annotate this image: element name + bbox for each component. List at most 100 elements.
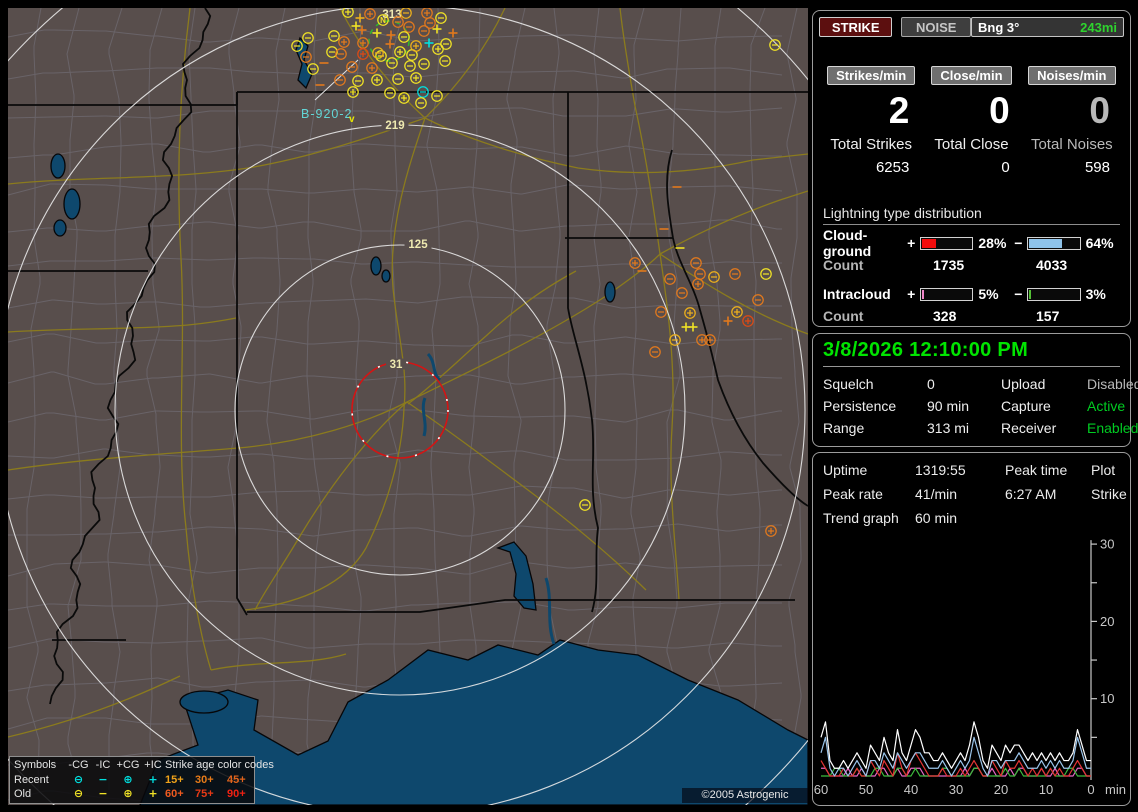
plot-mode-value[interactable]: Strike: [1091, 486, 1127, 502]
trend-window-value[interactable]: 60 min: [915, 510, 1127, 526]
strike-symbol: [708, 271, 720, 283]
total-close-value: 0: [1001, 159, 1010, 176]
noise-toggle-button[interactable]: NOISE: [901, 17, 971, 37]
strike-symbol: [649, 346, 661, 358]
lake-pontchartrain: [179, 690, 229, 714]
close-column: Close/min 0 Total Close 0: [921, 66, 1021, 176]
squelch-label: Squelch: [823, 376, 874, 392]
cg-pos-old-icon: ⊕: [123, 787, 133, 800]
upload-label: Upload: [1001, 376, 1046, 392]
x-tick-label: 60: [814, 782, 828, 797]
strikes-per-min-value: 2: [888, 90, 910, 131]
state-borders: [8, 8, 808, 705]
strike-symbol: [352, 75, 364, 87]
age-30-label: 30+: [195, 773, 214, 786]
strike-symbol: [415, 97, 427, 109]
receiver-label: Receiver: [1001, 420, 1057, 436]
strike-symbol: [684, 307, 696, 319]
nexstorm-window: 313 219 125 31 B-920-2 v N Symbols -CG -IC +CG…: [0, 0, 1138, 812]
x-tick-label: 30: [949, 782, 963, 797]
trend-graph: 10 20 30 60 50 40 30 20 10 0 min: [814, 537, 1126, 797]
minus-sign: −: [1014, 286, 1023, 302]
lake: [604, 281, 616, 303]
cg-neg-pct: 64%: [1085, 235, 1114, 251]
noises-per-min-chip[interactable]: Noises/min: [1028, 66, 1116, 85]
total-strikes-value: 6253: [875, 159, 910, 176]
legend-age-title: Strike age color codes: [165, 759, 274, 771]
status-panel: 3/8/2026 12:10:00 PM Squelch 0 Upload Di…: [812, 333, 1138, 447]
strike-symbol: [694, 268, 706, 280]
strike-symbol: [404, 60, 416, 72]
bearing-range-display[interactable]: Bng 3° 243mi: [971, 17, 1124, 37]
x-tick-label: 0: [1087, 782, 1094, 797]
strike-symbol: [421, 8, 433, 19]
strike-toggle-button[interactable]: STRIKE: [819, 17, 893, 37]
cg-pos-pct: 28%: [978, 235, 1007, 251]
strike-symbol: [372, 28, 382, 38]
legend-col-cg-pos: +CG: [116, 759, 140, 771]
total-noises-label: Total Noises: [1030, 136, 1113, 153]
count-label: Count: [823, 308, 864, 324]
strike-symbol: [765, 525, 777, 537]
strike-symbol: [688, 322, 698, 332]
strike-symbols: N: [291, 8, 781, 537]
strike-symbol: [375, 50, 387, 62]
range-value: 243mi: [1080, 19, 1117, 35]
svg-text:N: N: [380, 16, 386, 25]
ic-pos-old-icon: +: [148, 787, 158, 800]
strike-symbol: [676, 287, 688, 299]
strike-symbol: [742, 315, 754, 327]
strike-symbol: [579, 499, 591, 511]
ic-neg-count: 157: [1036, 308, 1060, 324]
close-per-min-chip[interactable]: Close/min: [931, 66, 1012, 85]
strike-symbol: [398, 31, 410, 43]
x-tick-label: 40: [904, 782, 918, 797]
storm-cell-id: B-920-2: [301, 107, 352, 121]
strike-symbol: [410, 40, 422, 52]
strike-symbol: [692, 278, 704, 290]
plus-sign: +: [907, 286, 916, 302]
strike-symbol: [385, 39, 395, 49]
lightning-distribution: Lightning type distribution Cloud-ground…: [823, 205, 1120, 336]
legend-old-label: Old: [14, 788, 32, 800]
cg-pos-count: 1735: [933, 257, 965, 273]
legend-col-cg-neg: -CG: [68, 759, 89, 771]
ic-pos-bar: [919, 287, 974, 301]
noises-column: Noises/min 0 Total Noises 598: [1022, 66, 1122, 176]
cloud-ground-count-row: Count 1735 4033: [823, 257, 1120, 273]
strike-symbol: [366, 62, 378, 74]
peak-rate-label: Peak rate: [823, 486, 883, 502]
storm-cell-ring: [368, 20, 410, 62]
legend-col-ic-pos: +IC: [144, 759, 162, 771]
strike-symbol: [386, 57, 398, 69]
ic-neg-old-icon: −: [98, 787, 108, 800]
persistence-label: Persistence: [823, 398, 897, 414]
map-legend: Symbols -CG -IC +CG +IC Strike age color…: [9, 756, 274, 804]
peak-rate-value: 41/min: [915, 486, 958, 502]
x-unit-label: min: [1105, 782, 1126, 797]
cg-neg-old-icon: ⊖: [73, 787, 84, 800]
strike-symbol: [418, 25, 430, 37]
strike-symbol: [655, 306, 667, 318]
lake: [50, 153, 66, 179]
strike-symbol: [760, 268, 772, 280]
strike-symbol: [439, 55, 451, 67]
plot-label: Plot: [1091, 462, 1116, 478]
range-label: Range: [823, 420, 865, 436]
copyright-text: ©2005 Astrogenic Systems: [682, 788, 808, 805]
lightning-map[interactable]: 313 219 125 31 B-920-2 v N Symbols -CG -IC +CG…: [8, 8, 808, 805]
strike-symbol: [448, 28, 458, 38]
ring-distance-label: 125: [408, 239, 428, 251]
legend-col-ic-neg: -IC: [95, 759, 111, 771]
total-strikes-label: Total Strikes: [830, 136, 913, 153]
strikes-per-min-chip[interactable]: Strikes/min: [827, 66, 916, 85]
uptime-label: Uptime: [823, 462, 868, 478]
storm-cell-marker: v: [349, 114, 355, 125]
ic-pos-count: 328: [933, 308, 957, 324]
y-tick-label: 30: [1100, 537, 1114, 552]
trend-series-cg_pos: [820, 752, 1091, 777]
peak-time-label: Peak time: [1005, 462, 1068, 478]
trend-graph-label: Trend graph: [823, 510, 899, 526]
age-75-label: 75+: [195, 788, 214, 800]
strike-symbol: [371, 74, 383, 86]
